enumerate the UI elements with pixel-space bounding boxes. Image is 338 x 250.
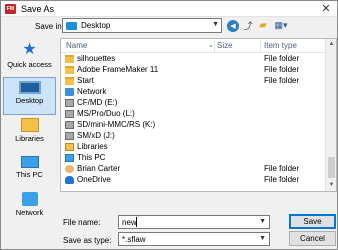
column-separator (214, 40, 215, 52)
column-type[interactable]: Item type (264, 41, 297, 50)
computer-icon (65, 154, 74, 162)
close-icon[interactable]: ✕ (319, 2, 333, 16)
file-name-input[interactable]: new ▼ (118, 215, 270, 229)
item-name: Network (77, 87, 107, 96)
user-icon (65, 165, 74, 173)
save-in-value: Desktop (81, 21, 111, 30)
folder-icon (65, 66, 74, 74)
folder-icon (65, 55, 74, 63)
list-header: Name ⌄ Size Item type (61, 39, 326, 53)
computer-icon (20, 156, 39, 168)
save-in-dropdown[interactable]: Desktop ▼ (62, 18, 222, 33)
item-name: This PC (77, 153, 106, 162)
scroll-thumb[interactable] (328, 157, 335, 178)
place-quick-access[interactable]: ★ Quick access (3, 39, 56, 77)
item-type: File folder (264, 175, 300, 184)
item-name: Libraries (77, 142, 108, 151)
item-name: SD/mini-MMC/RS (K:) (77, 120, 156, 129)
drive-icon (65, 99, 74, 107)
folder-icon (65, 77, 74, 85)
file-name-value: new (122, 218, 137, 227)
item-name: MS/Pro/Duo (L:) (77, 109, 135, 118)
chevron-down-icon: ▼ (259, 235, 266, 242)
list-item[interactable]: CF/MD (E:) (61, 98, 326, 108)
places-bar: ★ Quick access Desktop Libraries This PC… (3, 37, 56, 227)
cancel-button[interactable]: Cancel (289, 231, 336, 246)
item-type: File folder (264, 76, 300, 85)
chevron-down-icon: ▼ (212, 21, 219, 28)
item-name: Brian Carter (77, 164, 121, 173)
save-in-label: Save in: (35, 22, 64, 31)
library-icon (65, 143, 74, 151)
title-bar: FM Save As ✕ (1, 1, 337, 17)
library-icon (20, 118, 39, 132)
list-item[interactable]: Adobe FrameMaker 11 File folder (61, 65, 326, 75)
nav-toolbar: ◀ ⤴ ▰ ▦▾ (227, 18, 290, 33)
back-icon[interactable]: ◀ (227, 19, 239, 32)
list-item[interactable]: Brian Carter File folder (61, 164, 326, 174)
list-item[interactable]: SM/xD (J:) (61, 131, 326, 141)
network-icon (65, 88, 74, 96)
item-type: File folder (264, 54, 300, 63)
item-name: silhouettes (77, 54, 116, 63)
place-label: Quick access (7, 60, 52, 69)
desktop-icon (18, 81, 41, 94)
place-label: Libraries (15, 134, 44, 143)
list-item[interactable]: silhouettes File folder (61, 54, 326, 64)
item-type: File folder (264, 65, 300, 74)
item-name: Adobe FrameMaker 11 (77, 65, 159, 74)
place-label: This PC (16, 170, 43, 179)
item-name: Start (77, 76, 94, 85)
star-icon: ★ (22, 41, 37, 58)
scroll-up-icon[interactable]: ▲ (326, 39, 336, 50)
network-icon (21, 192, 38, 206)
save-as-type-select[interactable]: *.sflaw ▼ (118, 232, 270, 246)
file-list[interactable]: Name ⌄ Size Item type silhouettes File f… (60, 38, 337, 192)
list-item[interactable]: Start File folder (61, 76, 326, 86)
list-item[interactable]: This PC (61, 153, 326, 163)
cloud-icon (65, 176, 74, 184)
item-type: File folder (264, 164, 300, 173)
desktop-folder-icon (66, 22, 77, 30)
save-button[interactable]: Save (289, 214, 336, 229)
view-menu-icon[interactable]: ▦▾ (272, 20, 290, 32)
place-label: Desktop (15, 96, 44, 105)
chevron-down-icon: ⌄ (208, 42, 214, 49)
column-name[interactable]: Name (66, 41, 87, 50)
item-name: CF/MD (E:) (77, 98, 118, 107)
column-size[interactable]: Size (217, 41, 233, 50)
new-folder-icon[interactable]: ▰ (257, 20, 269, 32)
chevron-down-icon[interactable]: ▼ (259, 218, 266, 225)
list-item[interactable]: OneDrive File folder (61, 175, 326, 185)
dialog-title: Save As (21, 4, 55, 14)
scroll-down-icon[interactable]: ▼ (326, 180, 336, 191)
vertical-scrollbar[interactable]: ▲ ▼ (325, 39, 336, 191)
save-as-type-label: Save as type: (63, 236, 112, 245)
up-folder-icon[interactable]: ⤴ (242, 20, 254, 32)
place-network[interactable]: Network (3, 189, 56, 227)
list-item[interactable]: Libraries (61, 142, 326, 152)
item-name: SM/xD (J:) (77, 131, 115, 140)
column-separator (260, 40, 261, 52)
place-desktop[interactable]: Desktop (3, 77, 56, 115)
place-libraries[interactable]: Libraries (3, 115, 56, 153)
place-label: Network (15, 208, 44, 217)
drive-icon (65, 121, 74, 129)
drive-icon (65, 110, 74, 118)
file-name-label: File name: (63, 218, 101, 227)
save-as-dialog: FM Save As ✕ Save in: Desktop ▼ ◀ ⤴ ▰ ▦▾… (0, 0, 338, 250)
item-name: OneDrive (77, 175, 111, 184)
list-item[interactable]: MS/Pro/Duo (L:) (61, 109, 326, 119)
app-icon: FM (5, 4, 16, 14)
save-as-type-value: *.sflaw (122, 235, 146, 244)
place-this-pc[interactable]: This PC (3, 153, 56, 191)
drive-icon (65, 132, 74, 140)
list-item[interactable]: Network (61, 87, 326, 97)
list-item[interactable]: SD/mini-MMC/RS (K:) (61, 120, 326, 130)
text-caret (136, 217, 137, 227)
